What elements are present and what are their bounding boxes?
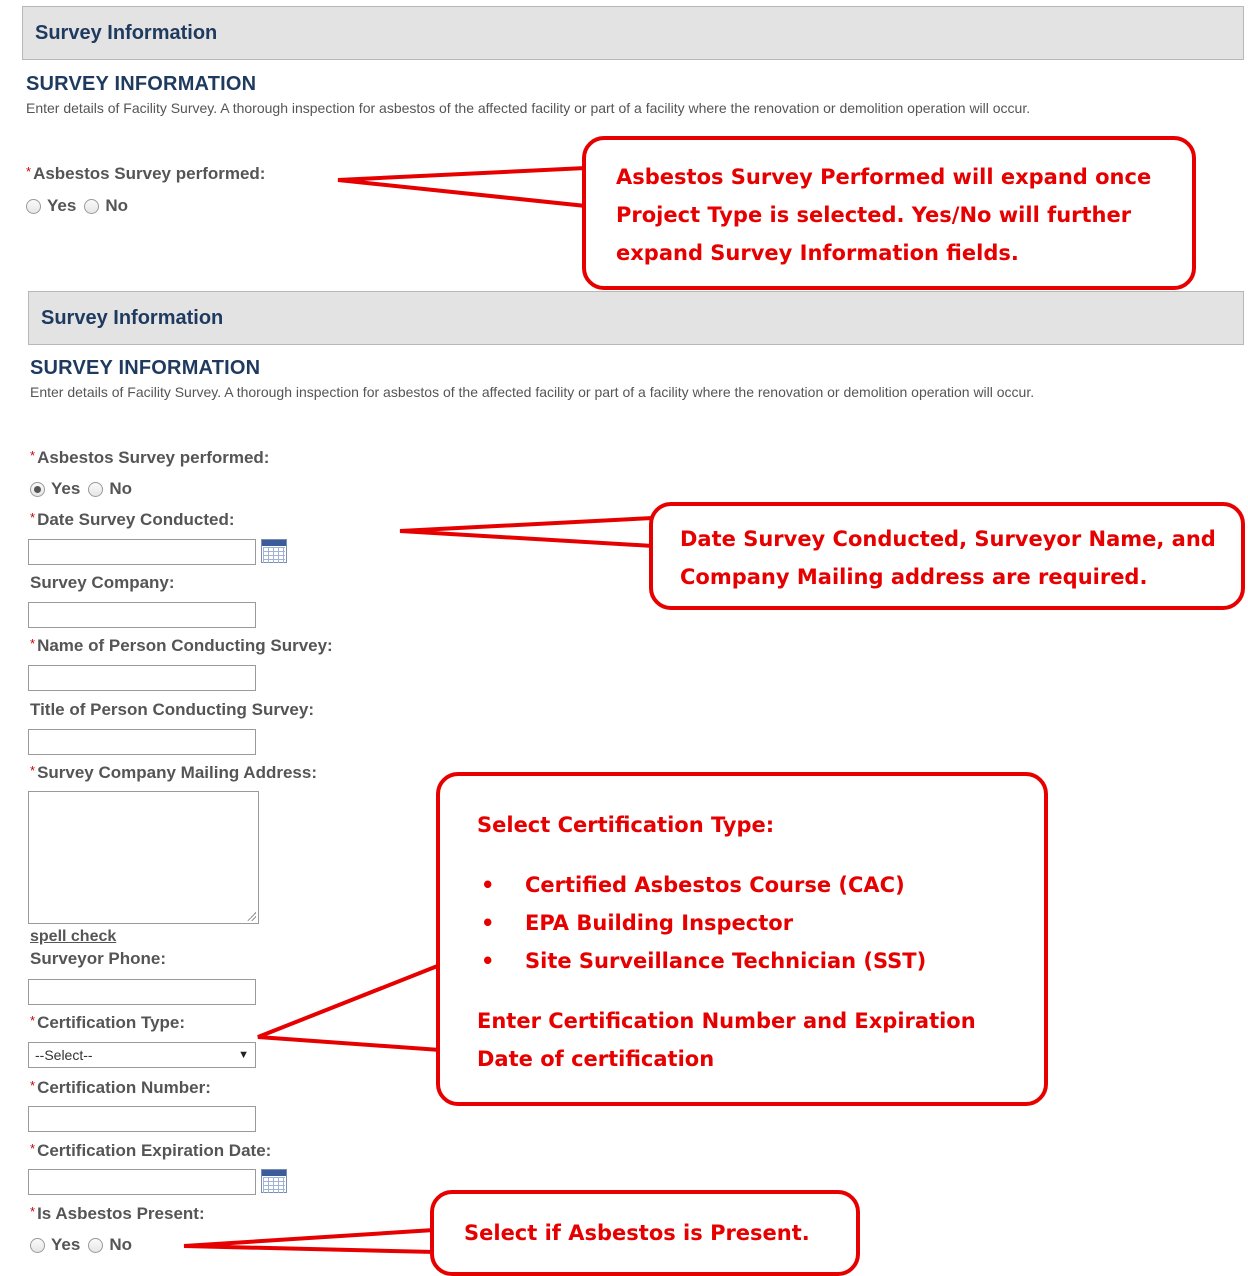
certification-types-list: Certified Asbestos Course (CAC) EPA Buil… [477, 866, 1044, 980]
callout-pointer-1 [337, 165, 588, 209]
callout-survey-performed: Asbestos Survey Performed will expand on… [582, 136, 1196, 290]
list-item: Site Surveillance Technician (SST) [477, 942, 1044, 980]
callout-pointer-2 [399, 515, 655, 549]
callout-pointer-4 [183, 1227, 436, 1255]
callout-required-fields: Date Survey Conducted, Surveyor Name, an… [649, 502, 1245, 610]
callout-certification: Select Certification Type: Certified Asb… [436, 772, 1048, 1106]
callout-asbestos-present: Select if Asbestos is Present. [430, 1190, 860, 1276]
callout-pointer-3 [257, 962, 442, 1053]
list-item: EPA Building Inspector [477, 904, 1044, 942]
list-item: Certified Asbestos Course (CAC) [477, 866, 1044, 904]
